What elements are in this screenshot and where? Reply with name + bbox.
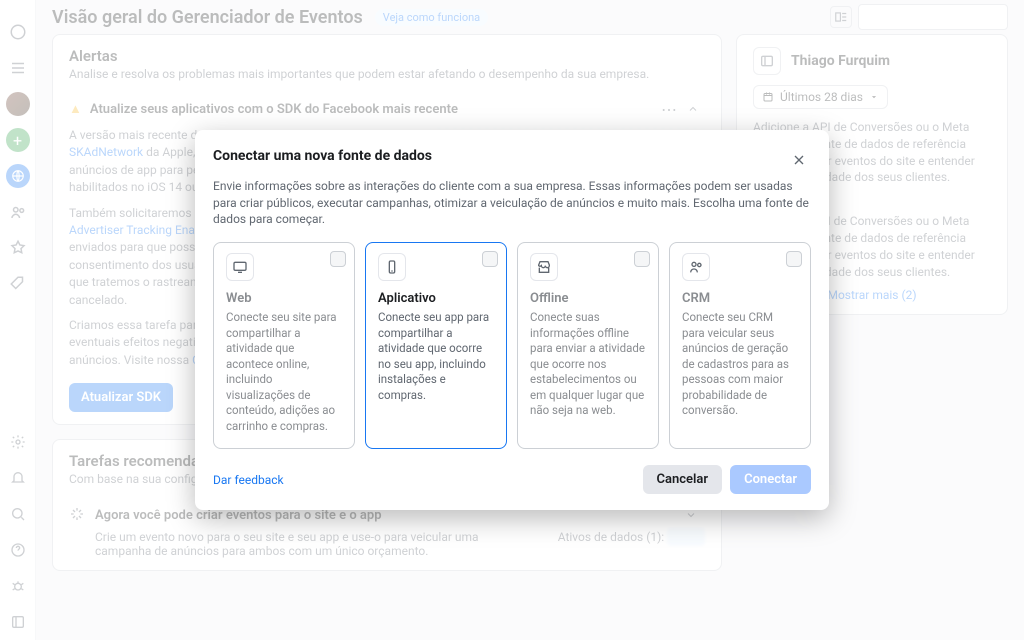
option-app[interactable]: Aplicativo Conecte seu app para comparti… [365, 242, 507, 449]
modal-sub: Envie informações sobre as interações do… [213, 178, 811, 228]
web-icon [226, 253, 254, 281]
radio-icon [330, 251, 346, 267]
modal-title: Conectar uma nova fonte de dados [213, 148, 432, 164]
option-desc: Conecte suas informações offline para en… [530, 310, 646, 419]
option-web[interactable]: Web Conecte seu site para compartilhar a… [213, 242, 355, 449]
cancel-button[interactable]: Cancelar [643, 465, 723, 494]
option-desc: Conecte seu CRM para veicular seus anúnc… [682, 310, 798, 419]
close-icon[interactable] [787, 148, 811, 172]
option-title: Aplicativo [378, 291, 494, 306]
option-title: Offline [530, 291, 646, 306]
connect-source-modal: Conectar uma nova fonte de dados Envie i… [195, 130, 829, 511]
radio-icon [482, 251, 498, 267]
radio-icon [786, 251, 802, 267]
feedback-link[interactable]: Dar feedback [213, 473, 284, 487]
option-desc: Conecte seu app para compartilhar a ativ… [378, 310, 494, 403]
phone-icon [378, 253, 406, 281]
option-crm[interactable]: CRM Conecte seu CRM para veicular seus a… [669, 242, 811, 449]
store-icon [530, 253, 558, 281]
radio-icon [634, 251, 650, 267]
modal-overlay: Conectar uma nova fonte de dados Envie i… [0, 0, 1024, 640]
option-title: CRM [682, 291, 798, 306]
connect-button[interactable]: Conectar [730, 465, 811, 494]
option-offline[interactable]: Offline Conecte suas informações offline… [517, 242, 659, 449]
crm-icon [682, 253, 710, 281]
option-title: Web [226, 291, 342, 306]
option-desc: Conecte seu site para compartilhar a ati… [226, 310, 342, 434]
